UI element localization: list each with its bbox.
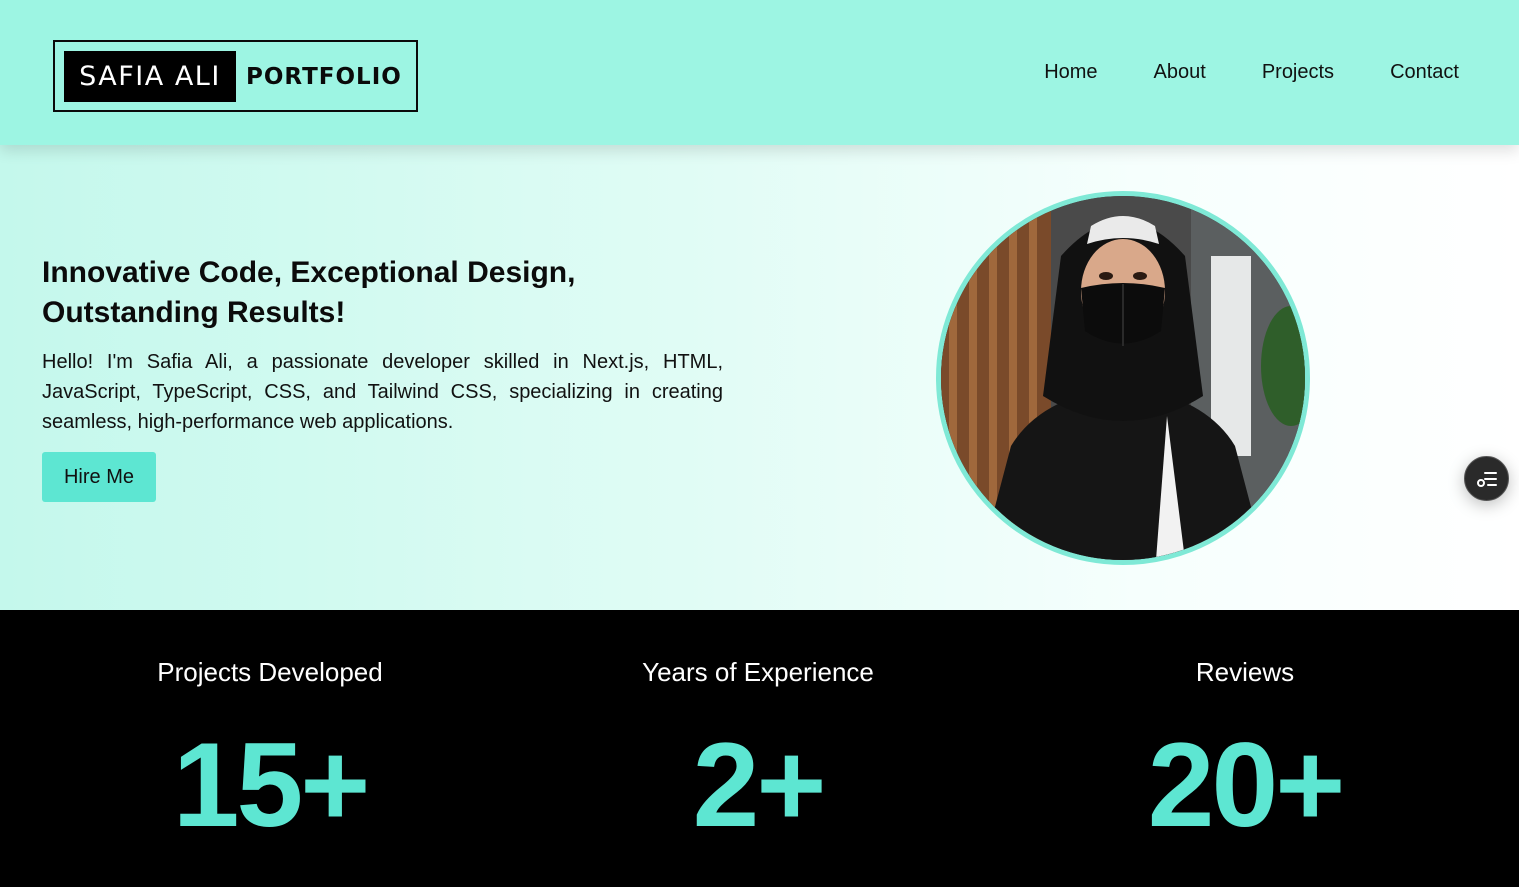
hire-me-button[interactable]: Hire Me xyxy=(42,452,156,502)
floating-menu-button[interactable] xyxy=(1464,456,1509,501)
list-settings-icon xyxy=(1476,471,1497,487)
logo-name: SAFIA ALI xyxy=(64,51,236,102)
site-header: SAFIA ALI PORTFOLIO Home About Projects … xyxy=(0,0,1519,145)
hero-title: Innovative Code, Exceptional Design, Out… xyxy=(42,256,576,329)
stat-label: Projects Developed xyxy=(157,657,383,687)
logo-word: PORTFOLIO xyxy=(246,63,402,90)
stats-section: Projects Developed 15+ Years of Experien… xyxy=(0,610,1519,887)
stat-value: 15+ xyxy=(172,718,371,852)
hero-description: Hello! I'm Safia Ali, a passionate devel… xyxy=(42,351,723,433)
stat-label: Years of Experience xyxy=(642,657,874,687)
nav-projects-link[interactable]: Projects xyxy=(1262,58,1334,86)
nav-about-link[interactable]: About xyxy=(1154,58,1206,86)
main-nav: Home About Projects Contact xyxy=(1044,58,1459,86)
stat-value: 20+ xyxy=(1147,718,1346,852)
profile-photo xyxy=(936,191,1310,565)
hero-section: Innovative Code, Exceptional Design, Out… xyxy=(0,145,1519,610)
nav-home-link[interactable]: Home xyxy=(1044,58,1097,86)
stat-value: 2+ xyxy=(692,718,827,852)
nav-contact-link[interactable]: Contact xyxy=(1390,58,1459,86)
site-logo[interactable]: SAFIA ALI PORTFOLIO xyxy=(53,40,418,112)
stat-label: Reviews xyxy=(1195,657,1295,687)
